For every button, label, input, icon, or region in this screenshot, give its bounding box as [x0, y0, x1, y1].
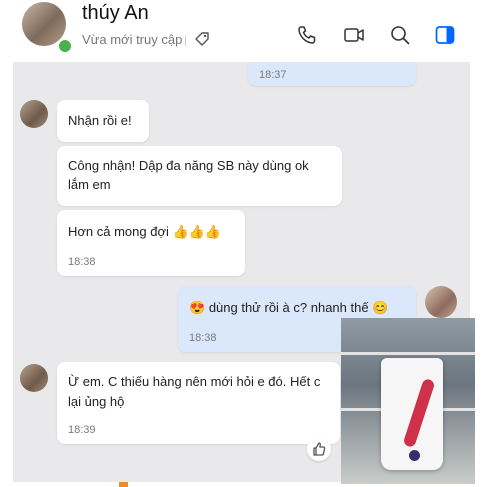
online-indicator [57, 38, 73, 54]
status-separator: | [184, 33, 188, 47]
message-text-line: 😍 dùng thử rồi à c? nhanh thế 😊 [189, 298, 388, 317]
message-bubble-received[interactable]: Công nhận! Dập đa năng SB này dùng ok lắ… [57, 146, 342, 206]
pouch-stripe [402, 377, 436, 449]
product-photo [341, 318, 475, 484]
message-text: Nhận rồi e! [68, 113, 132, 128]
last-seen-status: Vừa mới truy cập [82, 32, 183, 47]
contact-avatar-small[interactable] [20, 100, 48, 128]
contact-name[interactable]: thúy An [82, 2, 149, 25]
message-text-line: Công nhận! Dập đa năng SB này dùng ok [68, 158, 309, 173]
message-text-line: lại ủng hộ [68, 394, 125, 409]
tag-icon[interactable] [194, 31, 210, 47]
emoji: 😍 [189, 300, 206, 315]
message-text-line: Ừ em. C thiếu hàng nên mới hỏi e đó. Hết… [68, 374, 321, 389]
message-text: Hơn cả mong đợi [68, 224, 169, 239]
my-avatar[interactable] [425, 286, 457, 318]
message-bubble-received[interactable]: Ừ em. C thiếu hàng nên mới hỏi e đó. Hết… [57, 362, 340, 444]
message-text-line: Hơn cả mong đợi 👍👍👍 [68, 222, 221, 241]
message-text-line: lắm em [68, 177, 111, 192]
phone-icon[interactable] [296, 24, 318, 46]
product-pouch [381, 358, 443, 470]
video-icon[interactable] [343, 24, 365, 46]
contact-avatar-small[interactable] [20, 364, 48, 392]
sidebar-toggle-icon[interactable] [434, 24, 456, 46]
message-bubble-received[interactable]: Nhận rồi e! [57, 100, 149, 142]
search-icon[interactable] [389, 24, 411, 46]
message-time: 18:37 [259, 69, 287, 81]
message-bubble-sent[interactable]: 18:37 [248, 62, 416, 86]
like-button[interactable] [307, 437, 331, 461]
like-icon [313, 442, 326, 456]
message-time: 18:38 [68, 256, 96, 268]
chat-header: thúy An Vừa mới truy cập | [0, 0, 487, 62]
message-time: 18:39 [68, 424, 96, 436]
shelf [341, 352, 475, 355]
message-time: 18:38 [189, 332, 217, 344]
emoji: 😊 [372, 300, 389, 315]
decorative-mark [119, 482, 128, 487]
emoji: 👍👍👍 [172, 224, 222, 239]
message-bubble-received[interactable]: Hơn cả mong đợi 👍👍👍 18:38 [57, 210, 245, 276]
message-text: dùng thử rồi à c? nhanh thế [208, 300, 369, 315]
pouch-number-badge [409, 450, 420, 461]
